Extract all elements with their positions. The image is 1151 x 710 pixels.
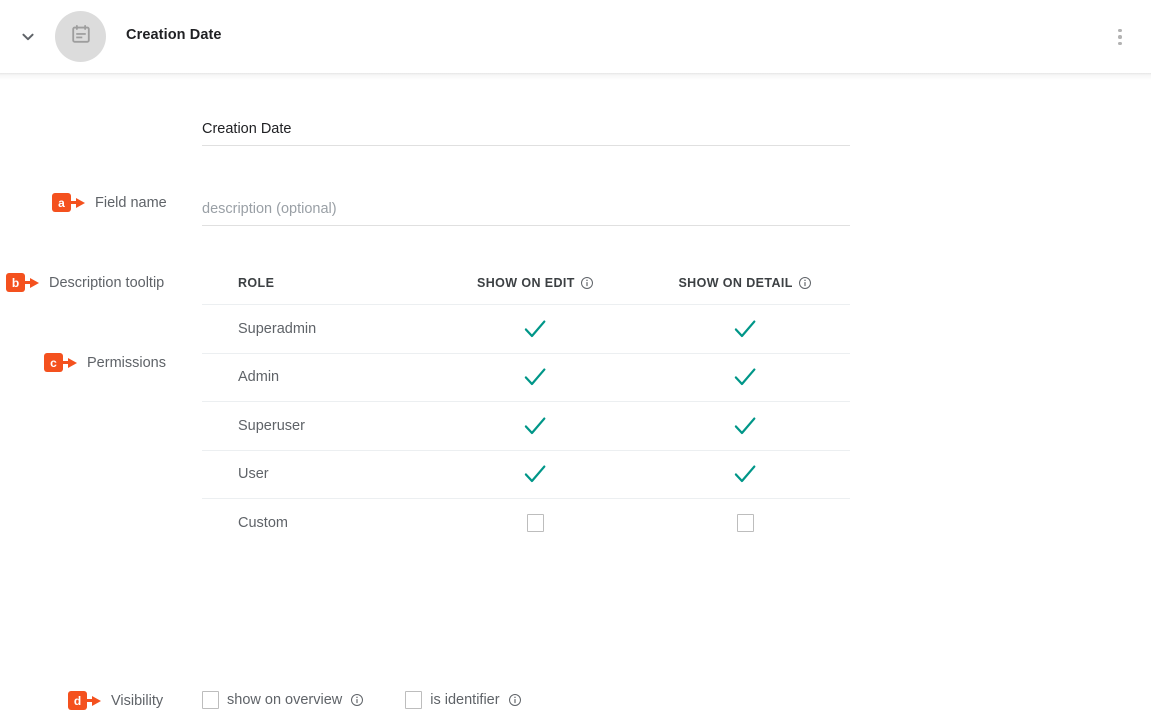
chevron-down-icon (18, 27, 38, 47)
field-name-input[interactable] (202, 121, 850, 146)
show-on-detail-toggle[interactable] (640, 363, 850, 391)
show-on-detail-toggle[interactable] (640, 315, 850, 343)
check-icon (521, 460, 549, 488)
annotation-visibility: d Visibility (68, 691, 163, 710)
more-options-button[interactable] (1110, 22, 1130, 52)
show-on-edit-toggle[interactable] (431, 514, 641, 532)
field-settings-form: a Field name b Description tooltip c Per… (0, 81, 1151, 637)
show-on-detail-toggle[interactable] (640, 514, 850, 532)
table-row: Admin (202, 353, 850, 402)
description-input[interactable] (202, 201, 850, 226)
table-row: User (202, 450, 850, 499)
show-on-overview-option[interactable]: show on overview (202, 691, 364, 709)
annotation-pointer-arrow (68, 358, 77, 368)
calendar-icon (70, 23, 92, 50)
check-icon (731, 412, 759, 440)
role-name: Superuser (238, 418, 431, 434)
show-on-detail-toggle[interactable] (640, 412, 850, 440)
annotation-badge-letter: b (6, 273, 25, 292)
info-icon[interactable] (508, 693, 522, 707)
permissions-table: ROLE SHOW ON EDIT SHOW ON DETAIL (202, 262, 850, 547)
role-name: Custom (238, 515, 431, 531)
is-identifier-label: is identifier (430, 692, 499, 708)
check-icon (731, 363, 759, 391)
check-icon (521, 315, 549, 343)
table-row: Superuser (202, 401, 850, 450)
annotation-pointer-arrow (30, 278, 39, 288)
role-name: Admin (238, 369, 431, 385)
info-icon[interactable] (350, 693, 364, 707)
show-on-detail-toggle[interactable] (640, 460, 850, 488)
column-header-show-on-detail: SHOW ON DETAIL (640, 276, 850, 290)
show-on-edit-toggle[interactable] (431, 460, 641, 488)
collapse-toggle-button[interactable] (12, 22, 44, 52)
show-on-edit-toggle[interactable] (431, 412, 641, 440)
visibility-options: show on overview is identifier (202, 691, 522, 709)
permissions-label: Permissions (87, 355, 166, 371)
annotation-badge-a: a (52, 193, 85, 212)
annotation-badge-b: b (6, 273, 39, 292)
info-icon[interactable] (798, 276, 812, 290)
field-type-avatar (55, 11, 106, 62)
role-name: Superadmin (238, 321, 431, 337)
annotation-badge-letter: d (68, 691, 87, 710)
is-identifier-option[interactable]: is identifier (405, 691, 521, 709)
column-header-show-on-edit-label: SHOW ON EDIT (477, 276, 575, 290)
check-icon (731, 315, 759, 343)
checkbox-unchecked-icon[interactable] (527, 514, 544, 532)
more-vertical-icon (1118, 29, 1122, 46)
visibility-label: Visibility (111, 693, 163, 709)
column-header-role: ROLE (238, 276, 431, 290)
annotation-pointer-arrow (92, 696, 101, 706)
show-on-edit-toggle[interactable] (431, 363, 641, 391)
annotation-description: b Description tooltip (6, 273, 164, 292)
annotation-badge-letter: a (52, 193, 71, 212)
checkbox-unchecked-icon[interactable] (737, 514, 754, 532)
field-name-label: Field name (95, 195, 167, 211)
page-title: Creation Date (126, 27, 222, 43)
annotation-pointer-arrow (76, 198, 85, 208)
annotation-badge-c: c (44, 353, 77, 372)
annotation-badge-letter: c (44, 353, 63, 372)
checkbox-unchecked-icon[interactable] (405, 691, 422, 709)
column-header-show-on-detail-label: SHOW ON DETAIL (678, 276, 792, 290)
annotation-field-name: a Field name (52, 193, 167, 212)
show-on-edit-toggle[interactable] (431, 315, 641, 343)
show-on-overview-label: show on overview (227, 692, 342, 708)
info-icon[interactable] (580, 276, 594, 290)
field-header: Creation Date (0, 0, 1151, 73)
annotation-badge-d: d (68, 691, 101, 710)
checkbox-unchecked-icon[interactable] (202, 691, 219, 709)
column-header-show-on-edit: SHOW ON EDIT (431, 276, 641, 290)
header-divider (0, 73, 1151, 81)
description-label: Description tooltip (49, 275, 164, 291)
table-row: Superadmin (202, 304, 850, 353)
table-header-row: ROLE SHOW ON EDIT SHOW ON DETAIL (202, 262, 850, 304)
annotation-permissions: c Permissions (44, 353, 166, 372)
table-row: Custom (202, 498, 850, 547)
check-icon (521, 412, 549, 440)
role-name: User (238, 466, 431, 482)
check-icon (521, 363, 549, 391)
check-icon (731, 460, 759, 488)
